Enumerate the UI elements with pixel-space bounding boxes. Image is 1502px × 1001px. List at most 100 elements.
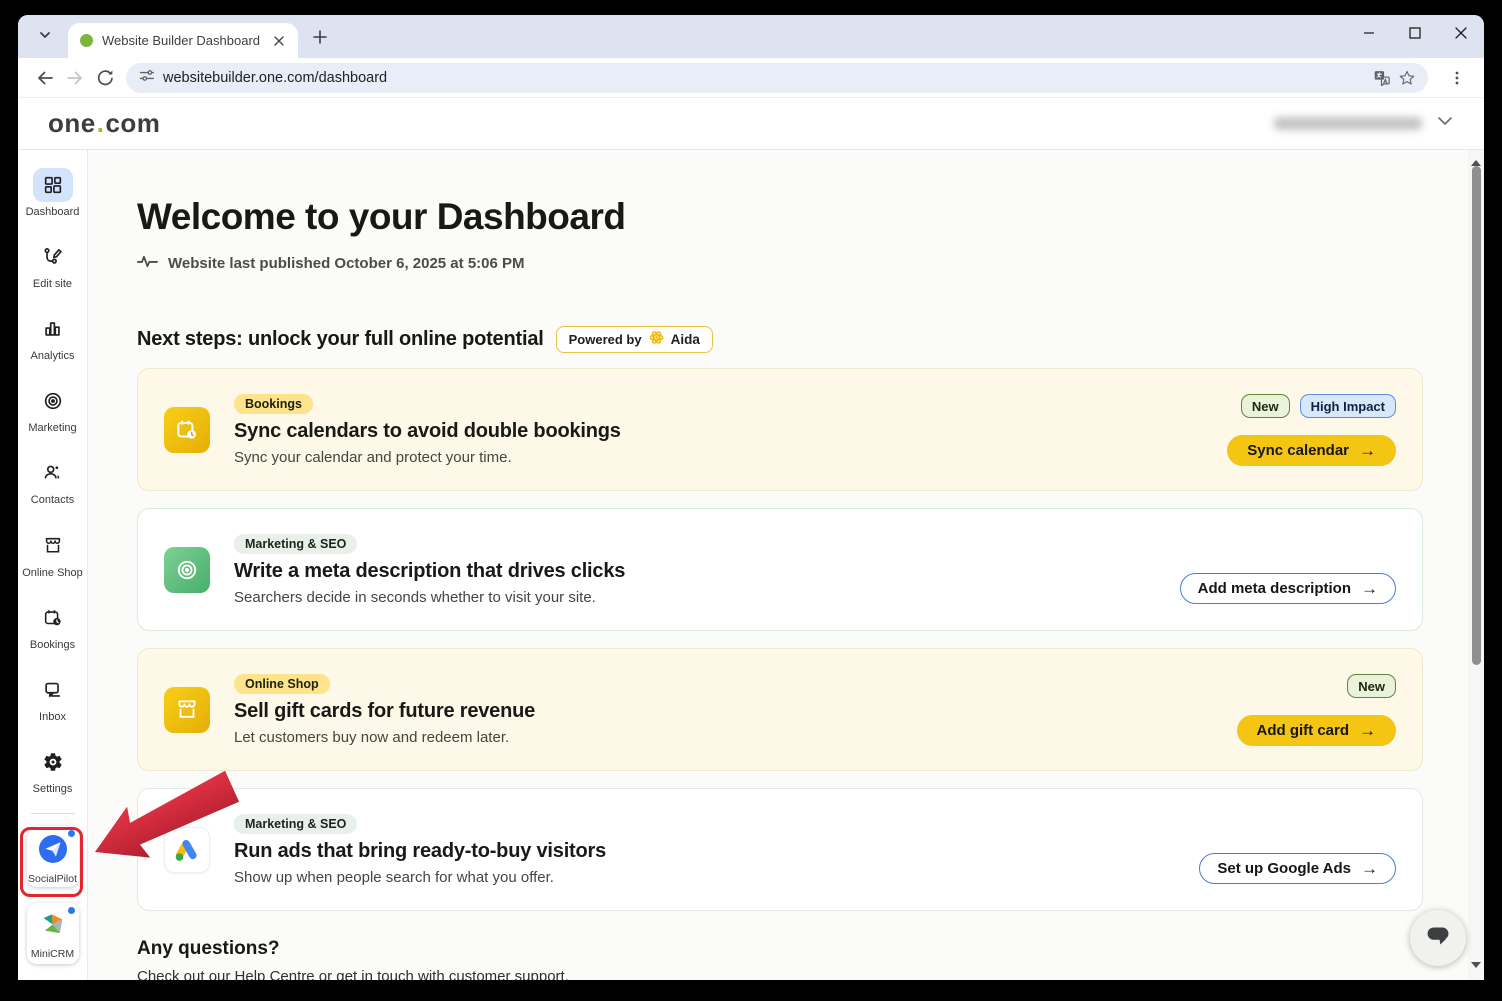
arrow-right-icon: → <box>1359 442 1376 459</box>
card-sync-calendars: Bookings Sync calendars to avoid double … <box>137 368 1423 491</box>
sidebar-item-marketing[interactable]: Marketing <box>21 384 85 437</box>
translate-icon[interactable] <box>1368 65 1394 91</box>
card-actions: Set up Google Ads → <box>1199 789 1396 910</box>
maximize-button[interactable] <box>1392 15 1438 51</box>
dashboard-main: Welcome to your Dashboard Website last p… <box>88 150 1468 980</box>
tab-strip: Website Builder Dashboard <box>18 15 1484 58</box>
add-meta-description-button[interactable]: Add meta description → <box>1180 573 1396 604</box>
sidebar-label: Edit site <box>33 278 72 290</box>
sidebar-item-settings[interactable]: Settings <box>21 745 85 798</box>
vertical-scrollbar[interactable] <box>1468 150 1484 980</box>
logo-text-com: com <box>105 108 160 139</box>
card-actions: New Add gift card → <box>1237 649 1397 770</box>
back-button[interactable] <box>30 63 60 93</box>
url-text[interactable]: websitebuilder.one.com/dashboard <box>163 70 1368 86</box>
one-com-logo[interactable]: one.com <box>48 108 160 139</box>
card-tag: Marketing & SEO <box>234 814 357 834</box>
add-gift-card-button[interactable]: Add gift card → <box>1237 715 1397 746</box>
bar-chart-icon <box>33 312 73 346</box>
minicrm-logo <box>38 910 68 945</box>
aida-badge-prefix: Powered by <box>569 332 642 347</box>
account-menu[interactable] <box>1274 110 1456 137</box>
last-published-text: Website last published October 6, 2025 a… <box>168 255 525 272</box>
card-description: Sync your calendar and protect your time… <box>234 449 621 466</box>
card-title: Write a meta description that drives cli… <box>234 560 625 583</box>
sidebar-label: Dashboard <box>26 206 80 218</box>
app-label: MiniCRM <box>31 948 74 960</box>
card-tag: Bookings <box>234 394 313 414</box>
sidebar-label: Bookings <box>30 639 75 651</box>
tab-close-icon[interactable] <box>270 32 288 50</box>
sidebar-item-edit-site[interactable]: Edit site <box>21 240 85 293</box>
content-region: Dashboard Edit site <box>18 150 1484 980</box>
card-meta-description: Marketing & SEO Write a meta description… <box>137 508 1423 631</box>
aida-badge-brand: Aida <box>671 332 700 347</box>
button-label: Sync calendar <box>1247 442 1349 459</box>
minimize-button[interactable] <box>1346 15 1392 51</box>
sidebar-label: Marketing <box>28 422 76 434</box>
card-tag: Online Shop <box>234 674 330 694</box>
reload-button[interactable] <box>90 63 120 93</box>
target-icon <box>164 547 210 593</box>
app-header: one.com <box>18 98 1484 150</box>
scrollbar-thumb[interactable] <box>1472 166 1481 665</box>
browser-toolbar: websitebuilder.one.com/dashboard <box>18 58 1484 98</box>
sidebar-item-dashboard[interactable]: Dashboard <box>21 168 85 221</box>
badge-row: New High Impact <box>1241 394 1396 418</box>
url-bar[interactable]: websitebuilder.one.com/dashboard <box>126 63 1428 93</box>
sidebar-item-contacts[interactable]: Contacts <box>21 456 85 509</box>
account-chevron-down-icon[interactable] <box>1434 110 1456 137</box>
card-actions: New High Impact Sync calendar → <box>1227 369 1396 490</box>
calendar-clock-icon <box>164 407 210 453</box>
logo-text-one: one <box>48 108 96 139</box>
next-steps-heading: Next steps: unlock your full online pote… <box>137 328 544 351</box>
support-chat-button[interactable] <box>1410 910 1466 966</box>
annotation-highlight-box <box>20 827 83 897</box>
card-title: Sync calendars to avoid double bookings <box>234 420 621 443</box>
sidebar-item-bookings[interactable]: Bookings <box>21 601 85 654</box>
bookmark-star-icon[interactable] <box>1394 65 1420 91</box>
sidebar-app-minicrm[interactable]: MiniCRM <box>27 903 79 964</box>
chat-icon <box>33 673 73 707</box>
window-controls <box>1346 15 1484 51</box>
logo-dot: . <box>97 108 105 139</box>
dashboard-grid-icon <box>33 168 73 202</box>
chat-bubble-icon <box>1419 917 1457 960</box>
sidebar-label: Inbox <box>39 711 66 723</box>
card-gift-cards: Online Shop Sell gift cards for future r… <box>137 648 1423 771</box>
aida-icon <box>648 329 665 351</box>
calendar-clock-icon <box>33 601 73 635</box>
sidebar-item-online-shop[interactable]: Online Shop <box>21 529 85 582</box>
notification-dot <box>68 907 75 914</box>
account-name-redacted <box>1274 117 1422 130</box>
sync-calendar-button[interactable]: Sync calendar → <box>1227 435 1396 466</box>
arrow-right-icon: → <box>1361 860 1378 877</box>
edit-site-icon <box>33 240 73 274</box>
sidebar-label: Contacts <box>31 494 74 506</box>
scroll-down-arrow[interactable] <box>1470 956 1482 974</box>
google-ads-icon <box>164 827 210 873</box>
page-title: Welcome to your Dashboard <box>137 196 1468 238</box>
card-google-ads: Marketing & SEO Run ads that bring ready… <box>137 788 1423 911</box>
button-label: Set up Google Ads <box>1217 860 1351 877</box>
chevron-down-icon <box>37 27 53 48</box>
browser-menu-icon[interactable] <box>1442 63 1472 93</box>
close-window-button[interactable] <box>1438 15 1484 51</box>
sidebar-item-inbox[interactable]: Inbox <box>21 673 85 726</box>
next-steps-row: Next steps: unlock your full online pote… <box>137 326 1468 353</box>
next-steps-cards: Bookings Sync calendars to avoid double … <box>137 368 1423 911</box>
questions-section: Any questions? Check out our Help Centre… <box>137 938 1468 980</box>
arrow-right-icon: → <box>1361 580 1378 597</box>
card-title: Sell gift cards for future revenue <box>234 700 535 723</box>
sidebar-label: Online Shop <box>22 567 83 579</box>
browser-tab[interactable]: Website Builder Dashboard <box>68 23 298 58</box>
sidebar-item-analytics[interactable]: Analytics <box>21 312 85 365</box>
tab-search-button[interactable] <box>30 22 60 52</box>
forward-button[interactable] <box>60 63 90 93</box>
questions-heading: Any questions? <box>137 938 1468 960</box>
new-tab-button[interactable] <box>306 23 334 51</box>
site-settings-icon[interactable] <box>138 67 155 89</box>
storefront-icon <box>164 687 210 733</box>
card-description: Show up when people search for what you … <box>234 869 606 886</box>
set-up-google-ads-button[interactable]: Set up Google Ads → <box>1199 853 1396 884</box>
